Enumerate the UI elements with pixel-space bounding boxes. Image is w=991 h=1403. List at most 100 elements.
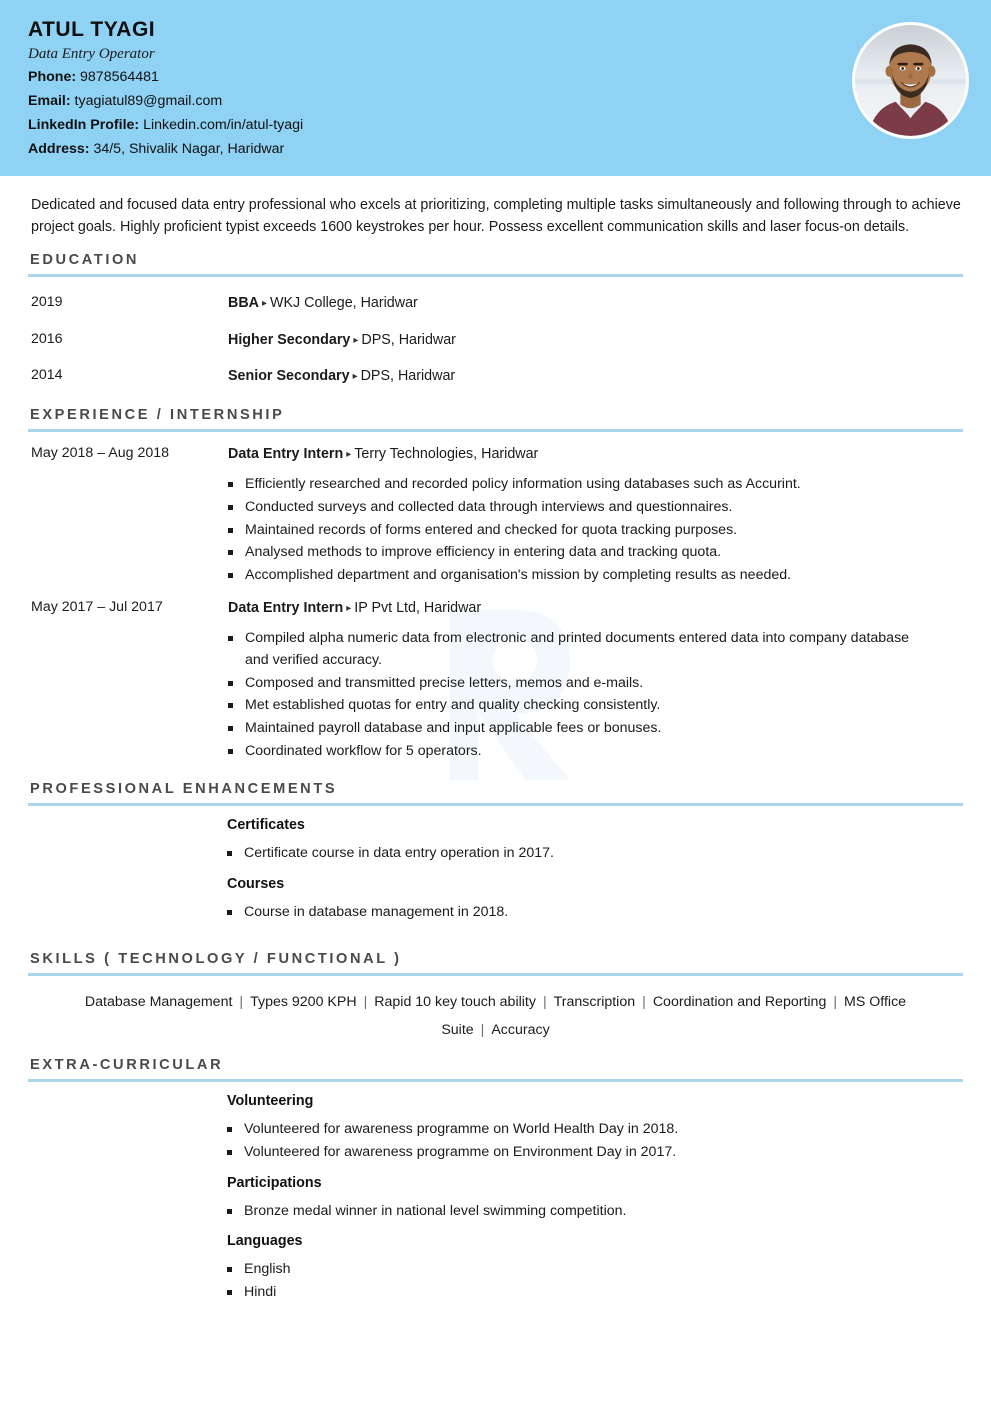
section-title-experience: EXPERIENCE / INTERNSHIP xyxy=(30,406,285,423)
section-rule-professional-enhancements xyxy=(28,803,963,807)
contact-linkedin-value[interactable]: Linkedin.com/in/atul-tyagi xyxy=(143,117,303,133)
list-item: Certificate course in data entry operati… xyxy=(227,843,927,865)
candidate-name: ATUL TYAGI xyxy=(28,18,156,41)
contact-address-value: 34/5, Shivalik Nagar, Haridwar xyxy=(93,140,285,157)
section-title-skills: SKILLS ( TECHNOLOGY / FUNCTIONAL ) xyxy=(30,950,402,967)
section-rule-skills xyxy=(28,972,963,976)
experience-bullets: Compiled alpha numeric data from electro… xyxy=(228,628,963,762)
contact-phone-value: 9878564481 xyxy=(80,69,159,86)
list-item: Compiled alpha numeric data from electro… xyxy=(228,628,928,671)
contact-phone: Phone: 9878564481 xyxy=(28,66,991,90)
list-item: Accomplished department and organisation… xyxy=(228,565,928,587)
contact-address: Address: 34/5, Shivalik Nagar, Haridwar xyxy=(28,138,991,162)
skill-item: Database Management xyxy=(84,993,233,1010)
experience-entry: Data Entry Intern ▸ Terry Technologies, Ha… xyxy=(228,444,963,465)
education-institute: DPS, Haridwar xyxy=(360,368,456,385)
triangle-separator-icon: ▸ xyxy=(346,602,352,614)
education-date: 2014 xyxy=(31,367,63,384)
subheading-participations: Participations xyxy=(227,1174,322,1191)
list-item: Met established quotas for entry and qua… xyxy=(228,695,928,717)
skill-item: Accuracy xyxy=(491,1021,550,1038)
professional-summary: Dedicated and focused data entry profess… xyxy=(31,197,961,236)
professional-enhancements-content: Certificates Certificate course in data … xyxy=(28,817,963,923)
education-row: 2019 BBA ▸ WKJ College, Haridwar xyxy=(28,286,963,322)
candidate-role: Data Entry Operator xyxy=(28,46,155,63)
education-degree: BBA xyxy=(228,295,259,312)
section-rule-experience xyxy=(28,428,963,432)
contact-email: Email: tyagiatul89@gmail.com xyxy=(28,90,991,114)
section-rule-education xyxy=(28,274,963,278)
subheading-courses: Courses xyxy=(227,876,285,893)
extra-curricular-content: Volunteering Volunteered for awareness p… xyxy=(28,1093,963,1304)
contact-linkedin: LinkedIn Profile: Linkedin.com/in/atul-t… xyxy=(28,114,991,138)
education-date: 2016 xyxy=(31,330,63,347)
skill-item: Types 9200 KPH xyxy=(250,993,357,1010)
education-entry: Senior Secondary ▸ DPS, Haridwar xyxy=(228,366,963,387)
skill-separator: | xyxy=(642,993,646,1010)
skill-item: Transcription xyxy=(553,993,636,1010)
list-item: Course in database management in 2018. xyxy=(227,902,927,924)
participations-bullets: Bronze medal winner in national level sw… xyxy=(227,1201,963,1223)
education-entry: Higher Secondary ▸ DPS, Haridwar xyxy=(228,330,963,351)
section-title-extra-curricular: EXTRA-CURRICULAR xyxy=(30,1057,224,1074)
education-institute: WKJ College, Haridwar xyxy=(270,295,418,312)
experience-role: Data Entry Intern xyxy=(228,599,344,616)
list-item: Coordinated workflow for 5 operators. xyxy=(228,741,928,763)
education-degree: Higher Secondary xyxy=(228,331,351,348)
experience-date: May 2018 – Aug 2018 xyxy=(31,444,170,461)
experience-date: May 2017 – Jul 2017 xyxy=(31,598,163,615)
certificates-bullets: Certificate course in data entry operati… xyxy=(227,843,963,865)
experience-company: Terry Technologies, Haridwar xyxy=(354,445,539,462)
list-item: Efficiently researched and recorded poli… xyxy=(228,474,928,496)
resume-header: ATUL TYAGI Data Entry Operator Phone: 98… xyxy=(0,0,991,176)
section-rule-extra-curricular xyxy=(28,1079,963,1083)
list-item: English xyxy=(227,1259,927,1281)
list-item: Composed and transmitted precise letters… xyxy=(228,673,928,695)
triangle-separator-icon: ▸ xyxy=(261,298,268,310)
courses-bullets: Course in database management in 2018. xyxy=(227,902,963,924)
experience-entry: Data Entry Intern ▸ IP Pvt Ltd, Haridwar xyxy=(228,598,963,619)
volunteering-bullets: Volunteered for awareness programme on W… xyxy=(227,1119,963,1163)
skills-list: Database Management | Types 9200 KPH | Rapid… xyxy=(28,985,963,1046)
list-item: Bronze medal winner in national level sw… xyxy=(227,1201,927,1223)
triangle-separator-icon: ▸ xyxy=(353,334,359,346)
subheading-languages: Languages xyxy=(227,1233,303,1250)
languages-bullets: English Hindi xyxy=(227,1259,963,1303)
triangle-separator-icon: ▸ xyxy=(352,371,358,383)
education-row: 2016 Higher Secondary ▸ DPS, Haridwar xyxy=(28,323,963,359)
contact-phone-label: Phone: xyxy=(28,69,77,86)
list-item: Conducted surveys and collected data thr… xyxy=(228,497,928,519)
education-entry: BBA ▸ WKJ College, Haridwar xyxy=(228,293,963,314)
education-date: 2019 xyxy=(31,294,63,311)
list-item: Maintained payroll database and input ap… xyxy=(228,718,928,740)
experience-bullets: Efficiently researched and recorded poli… xyxy=(228,474,963,587)
section-title-education: EDUCATION xyxy=(30,252,140,269)
list-item: Volunteered for awareness programme on W… xyxy=(227,1119,927,1141)
contact-address-label: Address: xyxy=(28,140,90,157)
skill-item: Coordination and Reporting xyxy=(652,993,827,1010)
list-item: Hindi xyxy=(227,1282,927,1304)
section-title-professional-enhancements: PROFESSIONAL ENHANCEMENTS xyxy=(30,781,338,798)
list-item: Maintained records of forms entered and … xyxy=(228,520,928,542)
list-item: Analysed methods to improve efficiency i… xyxy=(228,542,928,564)
skill-item: Rapid 10 key touch ability xyxy=(374,993,536,1010)
experience-row: May 2017 – Jul 2017 Data Entry Intern ▸ IP… xyxy=(28,595,963,771)
profile-photo xyxy=(852,22,969,139)
triangle-separator-icon: ▸ xyxy=(346,448,352,460)
education-institute: DPS, Haridwar xyxy=(361,331,456,348)
subheading-certificates: Certificates xyxy=(227,817,305,834)
skill-separator: | xyxy=(480,1021,485,1038)
skill-separator: | xyxy=(239,993,244,1010)
experience-row: May 2018 – Aug 2018 Data Entry Intern ▸ Te… xyxy=(28,441,963,595)
contact-email-label: Email: xyxy=(28,93,71,110)
experience-company: IP Pvt Ltd, Haridwar xyxy=(354,599,482,616)
education-row: 2014 Senior Secondary ▸ DPS, Haridwar xyxy=(28,359,963,395)
skill-separator: | xyxy=(833,993,838,1010)
contact-email-value[interactable]: tyagiatul89@gmail.com xyxy=(75,93,223,109)
experience-role: Data Entry Intern xyxy=(228,445,344,462)
skill-separator: | xyxy=(542,993,547,1010)
resume-body: Dedicated and focused data entry profess… xyxy=(0,176,991,1304)
subheading-volunteering: Volunteering xyxy=(227,1093,314,1110)
contact-linkedin-label: LinkedIn Profile: xyxy=(28,116,140,133)
education-degree: Senior Secondary xyxy=(228,368,350,385)
